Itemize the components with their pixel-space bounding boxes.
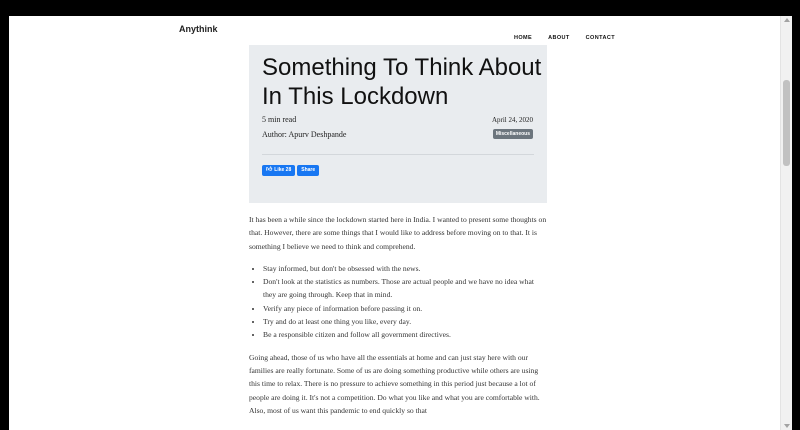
scroll-up-arrow-icon[interactable] [784, 18, 790, 22]
nav-link-contact[interactable]: CONTACT [586, 35, 615, 41]
category-badge[interactable]: Miscellaneous [492, 129, 533, 139]
post-title: Something To Think About In This Lockdow… [262, 54, 542, 110]
header-divider [262, 154, 534, 155]
scroll-down-arrow-icon[interactable] [784, 424, 790, 428]
list-item: Don't look at the statistics as numbers.… [263, 275, 547, 302]
post-header: Something To Think About In This Lockdow… [249, 45, 547, 203]
nav-link-about[interactable]: ABOUT [548, 35, 570, 41]
list-item: Verify any piece of information before p… [263, 302, 547, 315]
list-item: Be a responsible citizen and follow all … [263, 328, 547, 341]
nav-link-home[interactable]: HOME [514, 35, 532, 41]
facebook-like-button[interactable]: 👍︎ Like 28 [262, 165, 296, 176]
nav-item-about: ABOUT [548, 26, 570, 44]
thumbs-up-icon: 👍︎ [266, 167, 273, 173]
nav-menu: HOME ABOUT CONTACT [514, 26, 631, 44]
intro-paragraph: It has been a while since the lockdown s… [249, 215, 547, 251]
brand-logo[interactable]: Anythink [179, 24, 218, 34]
facebook-share-button[interactable]: Share [297, 165, 320, 176]
nav-item-contact: CONTACT [586, 26, 615, 44]
browser-viewport: Anythink HOME ABOUT CONTACT Something To… [9, 16, 792, 430]
post-body: It has been a while since the lockdown s… [249, 213, 547, 426]
vertical-scrollbar[interactable] [780, 16, 792, 430]
post-date: April 24, 2020 [491, 116, 533, 124]
share-label: Share [301, 167, 316, 173]
nav-item-home: HOME [514, 26, 532, 44]
tips-list: Stay informed, but don't be obsessed wit… [249, 262, 547, 342]
read-time: 5 min read [262, 115, 297, 124]
post-author: Author: Apurv Deshpande [262, 130, 347, 139]
list-item: Try and do at least one thing you like, … [263, 315, 547, 328]
like-label: Like 28 [274, 167, 292, 173]
second-paragraph: Going ahead, those of us who have all th… [249, 352, 540, 415]
facebook-buttons: 👍︎ Like 28 Share [262, 165, 320, 176]
scroll-thumb[interactable] [783, 80, 790, 166]
navbar: Anythink HOME ABOUT CONTACT [9, 16, 780, 44]
list-item: Stay informed, but don't be obsessed wit… [263, 262, 547, 275]
